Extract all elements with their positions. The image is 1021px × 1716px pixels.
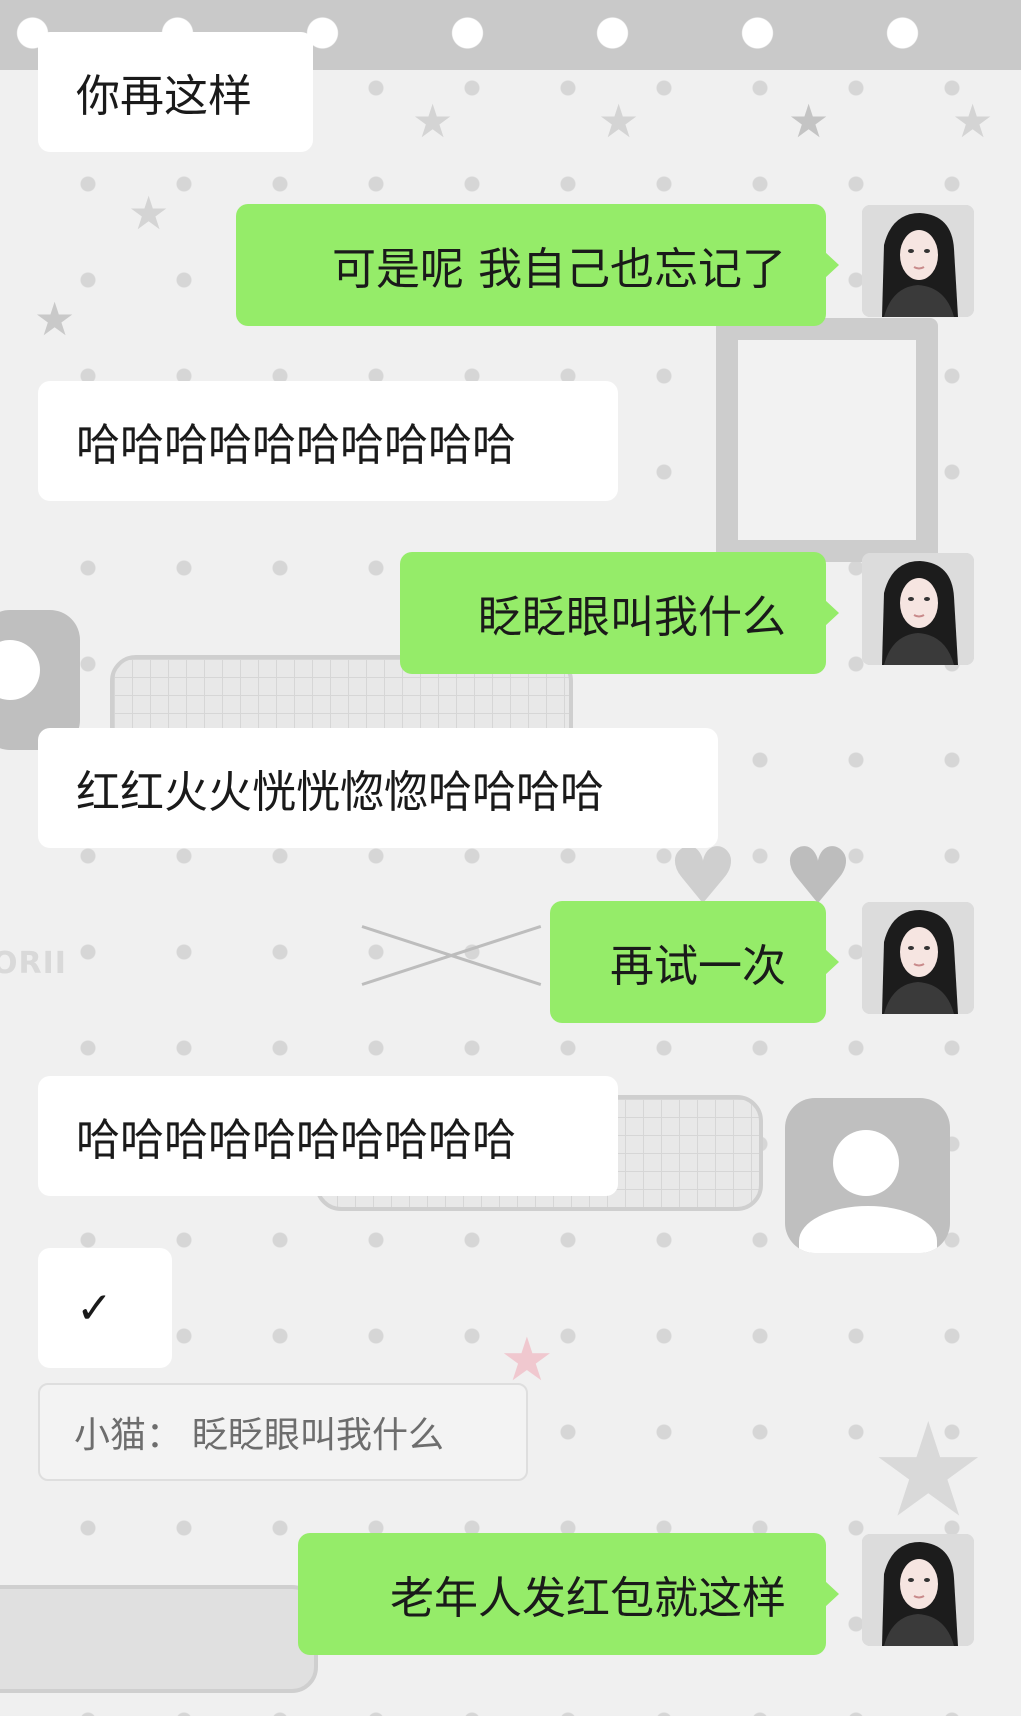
message-bubble-outgoing[interactable]: 眨眨眼叫我什么	[400, 552, 839, 674]
watermark-text: ORII	[0, 946, 67, 981]
user-photo-icon	[862, 205, 974, 317]
star-icon: ★	[150, 1605, 199, 1668]
message-bubble-outgoing[interactable]: 老年人发红包就这样	[298, 1533, 839, 1655]
star-icon: ★	[34, 292, 76, 346]
star-icon: ★	[788, 94, 830, 148]
message-text: 再试一次	[610, 941, 786, 992]
message-text: 眨眨眼叫我什么	[478, 592, 786, 643]
line-decoration	[361, 924, 542, 986]
user-photo-icon	[862, 1534, 974, 1646]
message-bubble-incoming[interactable]: 哈哈哈哈哈哈哈哈哈哈	[38, 381, 618, 501]
avatar-placeholder-decoration	[785, 1098, 950, 1253]
star-icon: ★	[850, 449, 913, 531]
message-text: 你再这样	[76, 71, 252, 122]
star-icon: ★	[412, 94, 454, 148]
avatar[interactable]	[862, 1534, 974, 1646]
user-photo-icon	[862, 553, 974, 665]
grid-panel-decoration	[0, 1585, 318, 1693]
message-text: 老年人发红包就这样	[390, 1573, 786, 1624]
star-icon: ★	[598, 94, 640, 148]
message-text: 哈哈哈哈哈哈哈哈哈哈	[76, 1115, 516, 1166]
quoted-reply[interactable]: 小猫 ： 眨眨眼叫我什么	[38, 1383, 528, 1481]
quote-separator: ：	[146, 1415, 183, 1456]
message-bubble-incoming[interactable]: 红红火火恍恍惚惚哈哈哈哈	[38, 728, 718, 848]
quote-sender: 小猫	[74, 1415, 147, 1456]
star-icon: ★	[128, 186, 170, 240]
star-icon: ★	[500, 1325, 554, 1395]
star-icon: ★	[870, 1394, 987, 1546]
message-bubble-outgoing[interactable]: 再试一次	[550, 901, 839, 1023]
message-text: 哈哈哈哈哈哈哈哈哈哈	[76, 420, 516, 471]
message-text: 可是呢 我自己也忘记了	[332, 244, 786, 295]
avatar[interactable]	[862, 902, 974, 1014]
message-text: 红红火火恍恍惚惚哈哈哈哈	[76, 767, 604, 818]
message-bubble-incoming[interactable]: 哈哈哈哈哈哈哈哈哈哈	[38, 1076, 618, 1196]
star-icon: ★	[952, 94, 994, 148]
user-photo-icon	[862, 902, 974, 1014]
avatar[interactable]	[862, 205, 974, 317]
quote-text: 眨眨眼叫我什么	[192, 1415, 445, 1456]
avatar[interactable]	[862, 553, 974, 665]
message-bubble-incoming[interactable]: ✓	[38, 1248, 172, 1368]
message-bubble-incoming[interactable]: 你再这样	[38, 32, 313, 152]
checkmark-icon: ✓	[76, 1282, 113, 1334]
message-bubble-outgoing[interactable]: 可是呢 我自己也忘记了	[236, 204, 839, 326]
photo-frame-decoration	[716, 318, 938, 562]
line-decoration	[361, 925, 542, 987]
